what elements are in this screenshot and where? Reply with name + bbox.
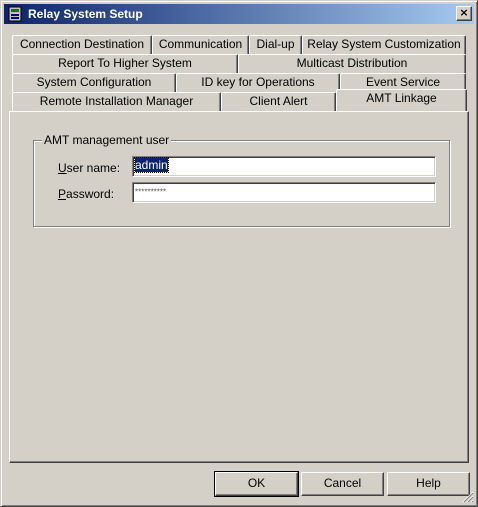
tab-label: ID key for Operations [201, 75, 315, 89]
tab-panel-amt-linkage: AMT management user User name: admin Pas… [9, 111, 469, 463]
close-button[interactable]: × [456, 6, 472, 21]
tab-label: Relay System Customization [307, 37, 461, 51]
close-icon: × [459, 6, 469, 19]
help-button[interactable]: Help [387, 472, 470, 496]
username-label: User name: [58, 161, 121, 175]
tab-dial-up[interactable]: Dial-up [249, 35, 302, 54]
tab-report-to-higher-system[interactable]: Report To Higher System [12, 54, 238, 73]
cancel-label: Cancel [323, 476, 362, 490]
password-field[interactable]: ********** [132, 182, 436, 203]
ok-label: OK [247, 476, 266, 490]
tab-system-configuration[interactable]: System Configuration [12, 73, 176, 92]
size-grip-icon[interactable] [462, 491, 474, 503]
window-title: Relay System Setup [28, 7, 143, 21]
tab-label: Remote Installation Manager [39, 94, 194, 108]
tab-label: Report To Higher System [58, 56, 192, 70]
help-label: Help [416, 476, 441, 490]
username-value: admin [134, 157, 169, 173]
tab-connection-destination[interactable]: Connection Destination [12, 35, 152, 54]
group-legend: AMT management user [42, 133, 172, 147]
tab-remote-installation-manager[interactable]: Remote Installation Manager [12, 92, 221, 111]
tab-communication[interactable]: Communication [152, 35, 249, 54]
tab-label: Communication [158, 37, 243, 51]
tab-label: Client Alert [249, 94, 308, 108]
tab-client-alert[interactable]: Client Alert [221, 92, 336, 111]
password-value: ********** [135, 187, 167, 197]
tab-label: Multicast Distribution [296, 56, 408, 70]
dialog-window: Relay System Setup × Connection Destinat… [0, 0, 478, 507]
relay-app-icon [8, 6, 22, 22]
tab-label: Event Service [365, 75, 441, 89]
tab-label: System Configuration [36, 75, 152, 89]
tab-id-key-for-operations[interactable]: ID key for Operations [176, 73, 340, 92]
tab-label: AMT Linkage [366, 91, 437, 105]
tab-relay-system-customization[interactable]: Relay System Customization [302, 35, 466, 54]
tab-multicast-distribution[interactable]: Multicast Distribution [238, 54, 466, 73]
tab-label: Connection Destination [19, 37, 145, 51]
password-label: Password: [58, 187, 115, 201]
tab-label: Dial-up [256, 37, 295, 51]
cancel-button[interactable]: Cancel [301, 472, 384, 496]
tab-amt-linkage[interactable]: AMT Linkage [336, 89, 467, 111]
amt-management-user-group: AMT management user User name: admin Pas… [33, 133, 450, 227]
title-bar[interactable]: Relay System Setup × [4, 4, 474, 24]
username-field[interactable]: admin [132, 156, 436, 177]
ok-button[interactable]: OK [214, 471, 299, 497]
